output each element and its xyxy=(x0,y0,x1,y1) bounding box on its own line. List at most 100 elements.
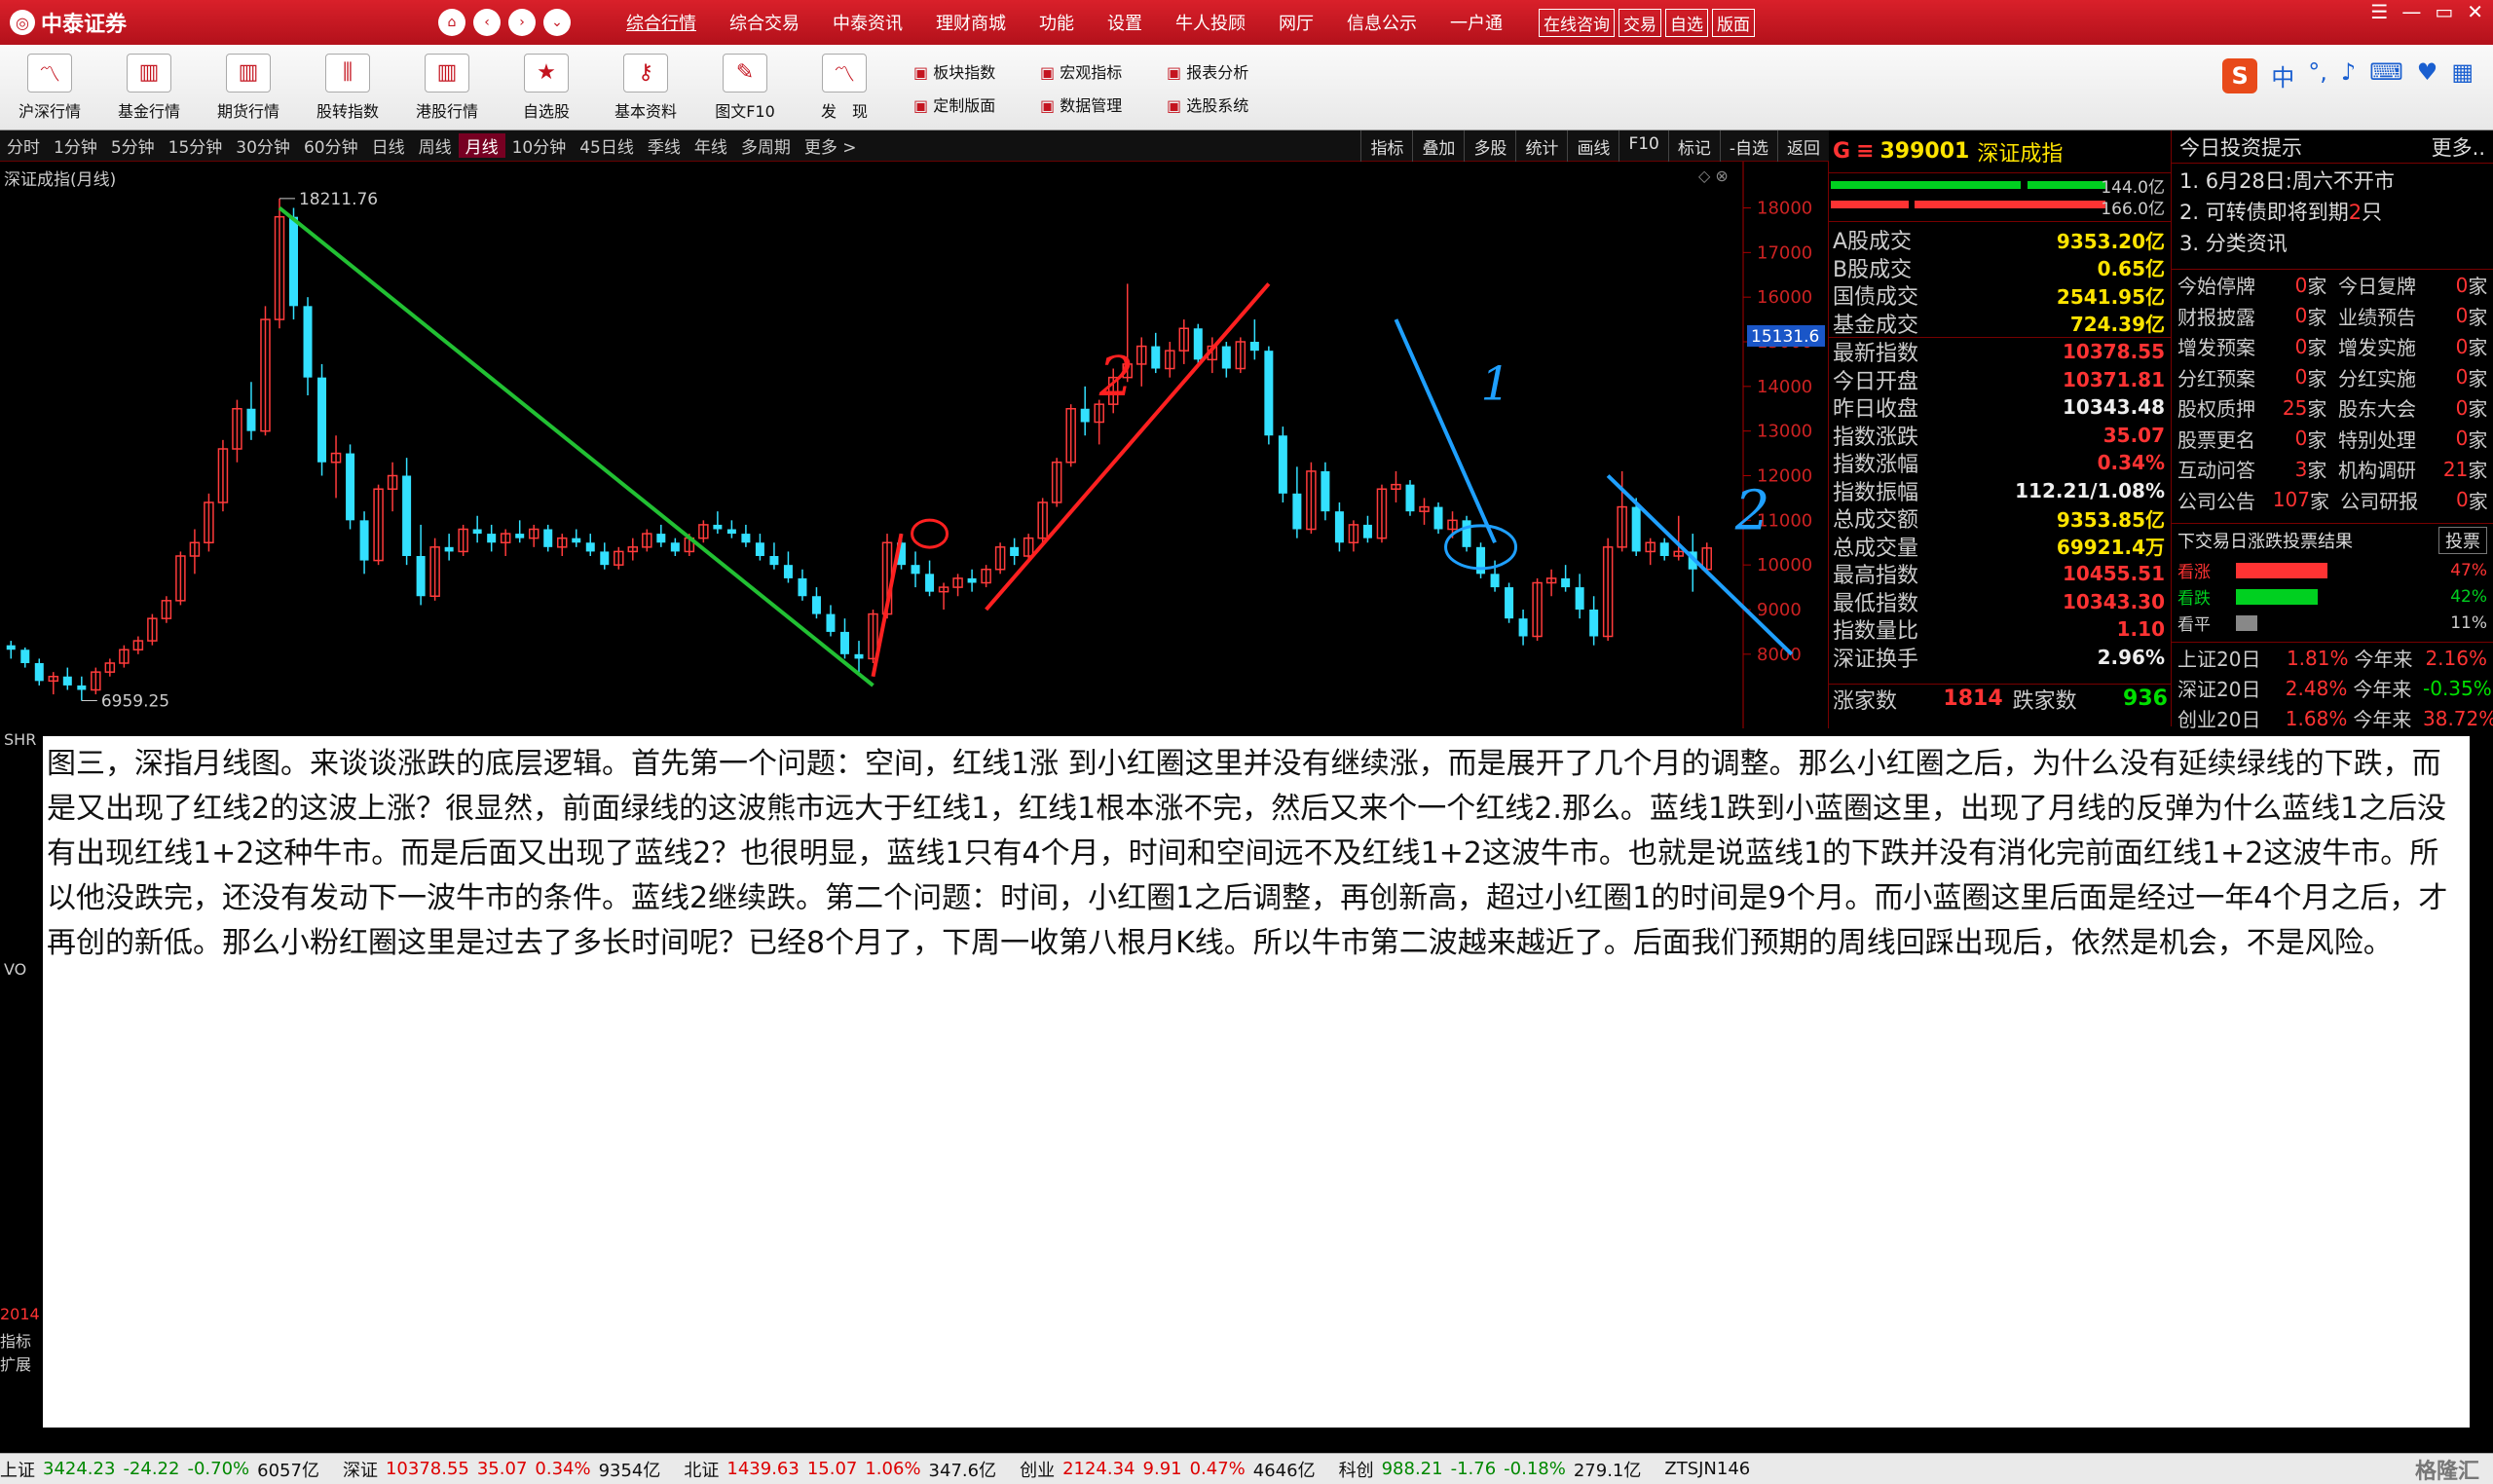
period-tab[interactable]: 年线 xyxy=(688,133,734,158)
tool-button[interactable]: ★ 自选股 xyxy=(497,53,596,122)
forward-icon[interactable]: › xyxy=(508,9,536,36)
punct-icon[interactable]: °, xyxy=(2308,58,2327,93)
top-menu-item[interactable]: 综合行情 xyxy=(610,10,713,35)
event-label[interactable]: 公司研报 xyxy=(2334,486,2436,514)
mini-tool-button[interactable]: 报表分析 xyxy=(1167,59,1293,83)
status-index-sz[interactable]: 深证 10378.55 35.07 0.34% 9354亿 xyxy=(343,1457,668,1482)
top-menu-item[interactable]: 理财商城 xyxy=(919,10,1023,35)
chart-op-button[interactable]: 标记 xyxy=(1667,130,1720,162)
top-menu-item[interactable]: 信息公示 xyxy=(1330,10,1433,35)
period-tab[interactable]: 月线 xyxy=(458,133,505,158)
info-more-link[interactable]: 更多.. xyxy=(2432,132,2485,162)
chart-op-button[interactable]: 统计 xyxy=(1515,130,1567,162)
info-item[interactable]: 2. 可转债即将到期2只 xyxy=(2172,195,2493,226)
status-index-cy[interactable]: 创业 2124.34 9.91 0.47% 4646亿 xyxy=(1020,1457,1323,1482)
event-label[interactable]: 今始停牌 xyxy=(2172,271,2274,299)
event-label[interactable]: 分红实施 xyxy=(2332,363,2435,391)
vote-button[interactable]: 投票 xyxy=(2438,527,2487,554)
event-label[interactable]: 股权质押 xyxy=(2172,393,2274,422)
top-menu-item[interactable]: 网厅 xyxy=(1262,10,1330,35)
restore-icon[interactable]: ▭ xyxy=(2435,0,2453,23)
period-tab[interactable]: 更多 > xyxy=(798,133,864,158)
tool-button[interactable]: 〽沪深行情 xyxy=(0,53,99,122)
period-tab[interactable]: 周线 xyxy=(412,133,459,158)
event-label[interactable]: 增发预案 xyxy=(2172,332,2274,360)
menu-icon[interactable]: ☰ xyxy=(2370,0,2388,23)
top-menu-item[interactable]: 牛人投顾 xyxy=(1159,10,1262,35)
info-item[interactable]: 3. 分类资讯 xyxy=(2172,226,2493,257)
period-tab[interactable]: 15分钟 xyxy=(162,133,230,158)
period-tab[interactable]: 5分钟 xyxy=(104,133,162,158)
box-menu-item[interactable]: 版面 xyxy=(1712,8,1755,37)
skin-icon[interactable]: ♥ xyxy=(2417,58,2438,93)
dropdown-icon[interactable]: ⌄ xyxy=(543,9,571,36)
grid-icon[interactable]: ▦ xyxy=(2451,58,2474,93)
event-label[interactable]: 分红预案 xyxy=(2172,363,2274,391)
tool-button[interactable]: ▥ 港股行情 xyxy=(397,53,497,122)
sogou-icon[interactable]: S xyxy=(2222,58,2258,93)
event-label[interactable]: 增发实施 xyxy=(2332,332,2435,360)
period-tab[interactable]: 日线 xyxy=(365,133,412,158)
event-label[interactable]: 股东大会 xyxy=(2332,393,2435,422)
back-icon[interactable]: ‹ xyxy=(473,9,501,36)
period-tab[interactable]: 季线 xyxy=(641,133,688,158)
extend-tab[interactable]: 扩展 xyxy=(0,1352,43,1375)
period-tab[interactable]: 多周期 xyxy=(734,133,798,158)
period-tab[interactable]: 10分钟 xyxy=(505,133,574,158)
tool-button[interactable]: ▥ 期货行情 xyxy=(199,53,298,122)
status-index-kc[interactable]: 科创 988.21 -1.76 -0.18% 279.1亿 xyxy=(1339,1457,1650,1482)
chart-op-button[interactable]: 画线 xyxy=(1567,130,1619,162)
quote-row-label: 指数量比 xyxy=(1833,619,1919,645)
minimize-icon[interactable]: — xyxy=(2401,0,2421,23)
kline-svg[interactable]: 8000900010000110001200013000140001500016… xyxy=(0,162,1829,728)
top-menu-item[interactable]: 功能 xyxy=(1023,10,1091,35)
mini-tool-button[interactable]: 数据管理 xyxy=(1040,93,1167,116)
top-menu-item[interactable]: 设置 xyxy=(1091,10,1159,35)
event-label[interactable]: 机构调研 xyxy=(2332,455,2435,483)
lang-icon[interactable]: 中 xyxy=(2271,58,2294,93)
mini-tool-button[interactable]: 宏观指标 xyxy=(1040,59,1167,83)
top-menu-item[interactable]: 一户通 xyxy=(1433,10,1519,35)
tool-button[interactable]: ⫼ 股转指数 xyxy=(298,53,397,122)
event-label[interactable]: 公司公告 xyxy=(2172,486,2273,514)
period-tab[interactable]: 30分钟 xyxy=(229,133,297,158)
chart-op-button[interactable]: -自选 xyxy=(1719,130,1777,162)
period-tab[interactable]: 60分钟 xyxy=(297,133,365,158)
mini-tool-button[interactable]: 定制版面 xyxy=(913,93,1040,116)
keyboard-icon[interactable]: ⌨ xyxy=(2369,58,2403,93)
box-menu-item[interactable]: 交易 xyxy=(1619,8,1661,37)
period-tab[interactable]: 45日线 xyxy=(573,133,641,158)
status-index-bz[interactable]: 北证 1439.63 15.07 1.06% 347.6亿 xyxy=(684,1457,1004,1482)
event-label[interactable]: 特别处理 xyxy=(2332,425,2435,453)
close-icon[interactable]: ✕ xyxy=(2467,0,2483,23)
event-label[interactable]: 股票更名 xyxy=(2172,425,2274,453)
indicator-tab[interactable]: 指标 xyxy=(0,1328,43,1352)
chart-op-button[interactable]: F10 xyxy=(1619,130,1667,162)
kline-chart[interactable]: 8000900010000110001200013000140001500016… xyxy=(0,162,1829,728)
chart-op-button[interactable]: 指标 xyxy=(1360,130,1412,162)
top-menu-item[interactable]: 中泰资讯 xyxy=(816,10,919,35)
event-label[interactable]: 今日复牌 xyxy=(2332,271,2435,299)
mini-tool-button[interactable]: 板块指数 xyxy=(913,59,1040,83)
mini-tool-button[interactable]: 选股系统 xyxy=(1167,93,1293,116)
home-icon[interactable]: ⌂ xyxy=(438,9,465,36)
tool-button[interactable]: ▥ 基金行情 xyxy=(99,53,199,122)
status-index-sh[interactable]: 上证 3424.23 -24.22 -0.70% 6057亿 xyxy=(0,1457,327,1482)
box-menu-item[interactable]: 自选 xyxy=(1665,8,1708,37)
quote-menu-icon[interactable]: ≡ xyxy=(1856,139,1874,164)
period-tab[interactable]: 1分钟 xyxy=(47,133,104,158)
info-item[interactable]: 1. 6月28日:周六不开市 xyxy=(2172,164,2493,195)
chart-op-button[interactable]: 返回 xyxy=(1777,130,1829,162)
event-label[interactable]: 业绩预告 xyxy=(2332,302,2435,330)
mic-icon[interactable]: ♪ xyxy=(2341,58,2356,93)
event-label[interactable]: 财报披露 xyxy=(2172,302,2274,330)
event-label[interactable]: 互动问答 xyxy=(2172,455,2274,483)
tool-button[interactable]: ✎ 图文F10 xyxy=(695,53,795,122)
top-menu-item[interactable]: 综合交易 xyxy=(713,10,816,35)
chart-op-button[interactable]: 多股 xyxy=(1464,130,1515,162)
period-tab[interactable]: 分时 xyxy=(0,133,47,158)
box-menu-item[interactable]: 在线咨询 xyxy=(1539,8,1615,37)
tool-button[interactable]: ⚷ 基本资料 xyxy=(596,53,695,122)
tool-button[interactable]: 〽发 现 xyxy=(795,53,894,122)
chart-op-button[interactable]: 叠加 xyxy=(1412,130,1464,162)
